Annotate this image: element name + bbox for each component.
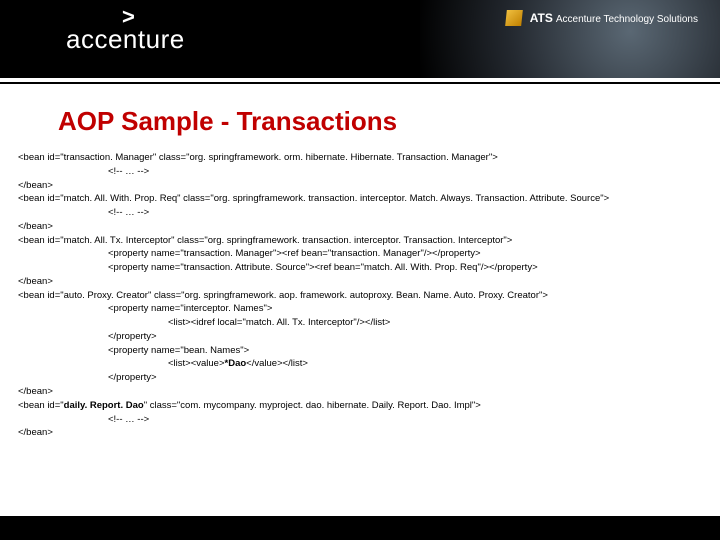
code-line: <property name="bean. Names"> [18, 344, 708, 358]
code-line: </bean> [18, 427, 53, 438]
code-bold: *Dao [225, 358, 247, 369]
code-bold: daily. Report. Dao [64, 400, 144, 411]
code-line: <list><value>*Dao</value></list> [18, 357, 708, 371]
code-line: <!-- … --> [18, 413, 708, 427]
code-line: <bean id="auto. Proxy. Creator" class="o… [18, 290, 548, 301]
code-line: <list><idref local="match. All. Tx. Inte… [18, 316, 708, 330]
header-divider [0, 78, 720, 84]
code-line: <bean id="match. All. Tx. Interceptor" c… [18, 235, 512, 246]
code-line: </property> [18, 371, 708, 385]
slide-title: AOP Sample - Transactions [58, 106, 720, 137]
code-line: </bean> [18, 386, 53, 397]
ats-badge: ATSAccenture Technology Solutions [506, 10, 698, 26]
logo-caret-icon: > [122, 6, 135, 28]
code-line: <bean id="daily. Report. Dao" class="com… [18, 400, 481, 411]
code-line: <property name="transaction. Attribute. … [18, 261, 708, 275]
code-line: <bean id="transaction. Manager" class="o… [18, 152, 498, 163]
code-line: <!-- … --> [18, 165, 708, 179]
code-line: <bean id="match. All. With. Prop. Req" c… [18, 193, 609, 204]
code-line: <!-- … --> [18, 206, 708, 220]
slide-header: > accenture ATSAccenture Technology Solu… [0, 0, 720, 78]
ats-text: ATSAccenture Technology Solutions [530, 11, 698, 25]
cube-icon [505, 10, 523, 26]
code-line: </property> [18, 330, 708, 344]
ats-full: Accenture Technology Solutions [556, 14, 698, 25]
code-line: <property name="interceptor. Names"> [18, 302, 708, 316]
code-block: <bean id="transaction. Manager" class="o… [18, 151, 708, 440]
code-line: </bean> [18, 180, 53, 191]
logo: > accenture [66, 24, 185, 55]
code-line: <property name="transaction. Manager"><r… [18, 247, 708, 261]
code-line: </bean> [18, 276, 53, 287]
slide: > accenture ATSAccenture Technology Solu… [0, 0, 720, 540]
code-line: </bean> [18, 221, 53, 232]
ats-acronym: ATS [530, 11, 553, 25]
slide-footer [0, 516, 720, 540]
